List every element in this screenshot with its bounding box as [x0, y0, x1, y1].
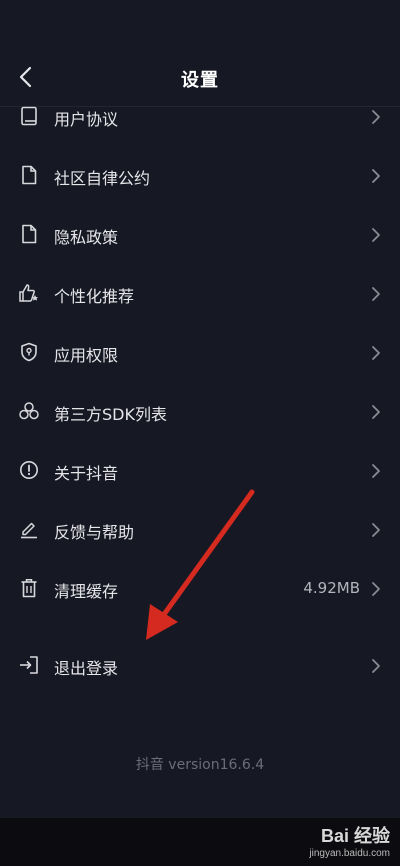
menu-item-third-party-sdk-list[interactable]: 第三方SDK列表: [0, 383, 400, 442]
info-icon: [18, 459, 40, 481]
menu-item-label: 反馈与帮助: [54, 523, 135, 542]
chevron-right-icon: [372, 110, 380, 124]
menu-item-app-permissions[interactable]: 应用权限: [0, 324, 400, 383]
thumbs-up-icon: [18, 282, 40, 304]
menu-item-label: 应用权限: [54, 346, 119, 365]
logout-label: 退出登录: [54, 659, 119, 678]
watermark: Bai 经验 jingyan.baidu.com: [250, 822, 390, 862]
menu-item-community-convention[interactable]: 社区自律公约: [0, 147, 400, 206]
chevron-right-icon: [372, 464, 380, 478]
chevron-right-icon: [372, 287, 380, 301]
settings-screen: 设置 用户协议 社区自律公约 隐私政策 个性化推荐 应用权限 第三方SDK列表 …: [0, 0, 400, 866]
cache-size-value: 4.92MB: [303, 579, 360, 597]
version-text: 抖音 version16.6.4: [135, 757, 265, 773]
document-icon: [18, 223, 40, 245]
chevron-right-icon: [372, 659, 380, 673]
document-icon: [18, 164, 40, 186]
menu-item-privacy-policy[interactable]: 隐私政策: [0, 206, 400, 265]
logout-icon: [18, 654, 40, 676]
menu-item-about[interactable]: 关于抖音: [0, 442, 400, 501]
book-icon: [18, 105, 40, 127]
menu-item-label: 清理缓存: [54, 582, 119, 601]
menu-item-personalized-recommendation[interactable]: 个性化推荐: [0, 265, 400, 324]
shield-icon: [18, 341, 40, 363]
menu-item-label: 第三方SDK列表: [54, 405, 167, 424]
logout-button[interactable]: 退出登录: [0, 637, 400, 696]
chevron-right-icon: [372, 523, 380, 537]
chevron-right-icon: [372, 582, 380, 596]
pencil-icon: [18, 518, 40, 540]
menu-item-label: 隐私政策: [54, 228, 119, 247]
settings-list: 用户协议 社区自律公约 隐私政策 个性化推荐 应用权限 第三方SDK列表 关于抖…: [0, 88, 400, 696]
cluster-icon: [18, 400, 40, 422]
menu-item-feedback-help[interactable]: 反馈与帮助: [0, 501, 400, 560]
menu-item-label: 用户协议: [54, 110, 119, 129]
menu-item-label: 个性化推荐: [54, 287, 135, 306]
menu-item-label: 社区自律公约: [54, 169, 151, 188]
watermark-brand: Bai 经验: [320, 826, 390, 846]
chevron-right-icon: [372, 169, 380, 183]
status-bar: [0, 0, 400, 38]
menu-item-user-agreement[interactable]: 用户协议: [0, 88, 400, 147]
trash-icon: [18, 577, 40, 599]
chevron-right-icon: [372, 228, 380, 242]
menu-item-label: 关于抖音: [54, 464, 119, 483]
watermark-url: jingyan.baidu.com: [309, 848, 390, 859]
chevron-right-icon: [372, 405, 380, 419]
menu-item-clear-cache[interactable]: 清理缓存 4.92MB: [0, 560, 400, 619]
chevron-right-icon: [372, 346, 380, 360]
